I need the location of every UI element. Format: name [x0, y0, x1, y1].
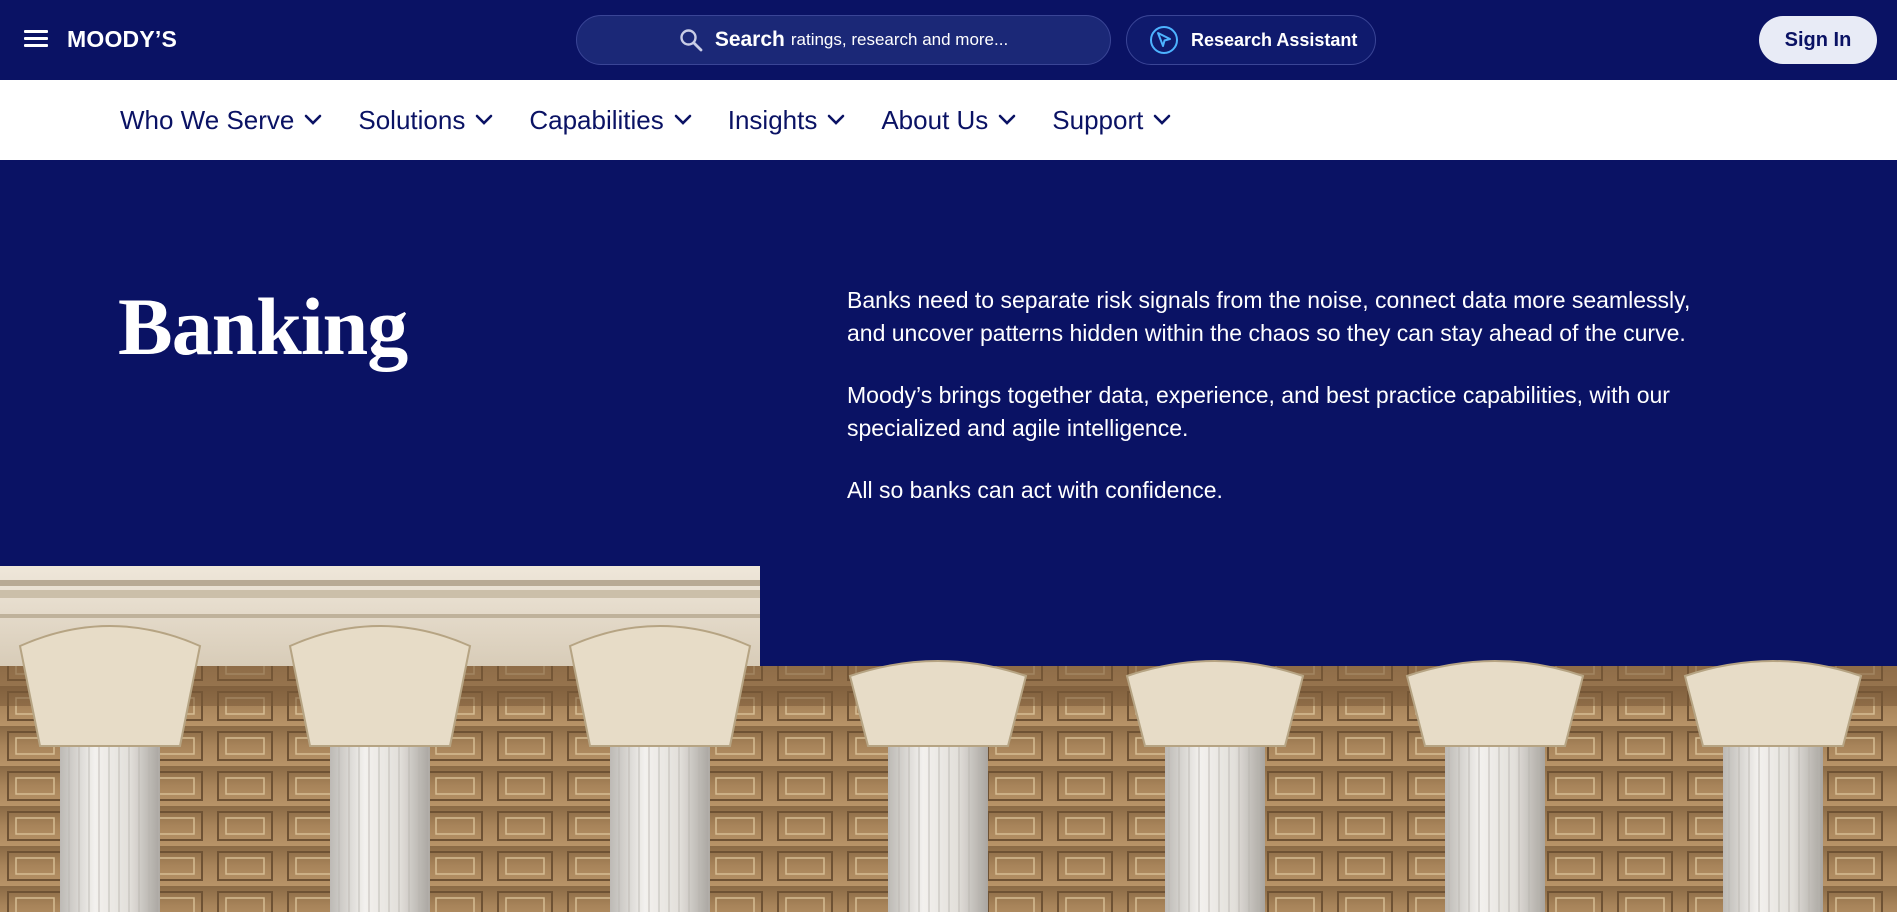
hamburger-icon[interactable]: [24, 30, 48, 50]
top-bar: MOODY’S Search ratings, research and mor…: [0, 0, 1897, 80]
hero-paragraph: Banks need to separate risk signals from…: [847, 287, 1691, 346]
research-assistant-button[interactable]: Research Assistant: [1126, 15, 1376, 65]
search-placeholder: ratings, research and more...: [790, 30, 1009, 49]
nav-item-label: Capabilities: [529, 104, 664, 135]
chevron-down-icon: [1154, 114, 1171, 125]
nav-item-about-us[interactable]: About Us: [881, 105, 1016, 136]
nav-item-label: Who We Serve: [120, 104, 295, 135]
hero-copy: Banks need to separate risk signals from…: [847, 284, 1727, 536]
nav-item-label: Support: [1052, 104, 1144, 135]
nav-item-label: Insights: [727, 104, 818, 135]
search-label: Search: [714, 28, 785, 51]
chevron-down-icon: [674, 114, 692, 125]
chevron-down-icon: [305, 114, 322, 125]
cursor-icon: [1150, 26, 1178, 54]
moodys-logo[interactable]: MOODY’S: [67, 26, 177, 53]
hero-paragraph: Moody’s brings together data, experience…: [847, 382, 1670, 441]
nav-item-support[interactable]: Support: [1052, 105, 1171, 136]
chevron-down-icon: [476, 114, 493, 125]
nav-item-insights[interactable]: Insights: [728, 105, 846, 136]
search-icon: [680, 29, 703, 52]
nav-item-label: About Us: [881, 104, 989, 135]
nav-item-who-we-serve[interactable]: Who We Serve: [120, 105, 322, 136]
chevron-down-icon: [998, 114, 1016, 125]
nav-item-capabilities[interactable]: Capabilities: [529, 104, 692, 136]
main-nav: Who We Serve Solutions Capabilities Insi…: [0, 80, 1897, 160]
page-title: Banking: [118, 281, 408, 372]
search-bar[interactable]: Search ratings, research and more...: [576, 15, 1111, 65]
chevron-down-icon: [828, 114, 845, 125]
hero-image-columns: [0, 566, 1897, 912]
hero-paragraph: All so banks can act with confidence.: [847, 477, 1223, 503]
nav-item-solutions[interactable]: Solutions: [358, 105, 493, 136]
nav-item-label: Solutions: [358, 104, 466, 135]
research-assistant-label: Research Assistant: [1191, 29, 1358, 50]
sign-in-button[interactable]: Sign In: [1759, 16, 1877, 64]
